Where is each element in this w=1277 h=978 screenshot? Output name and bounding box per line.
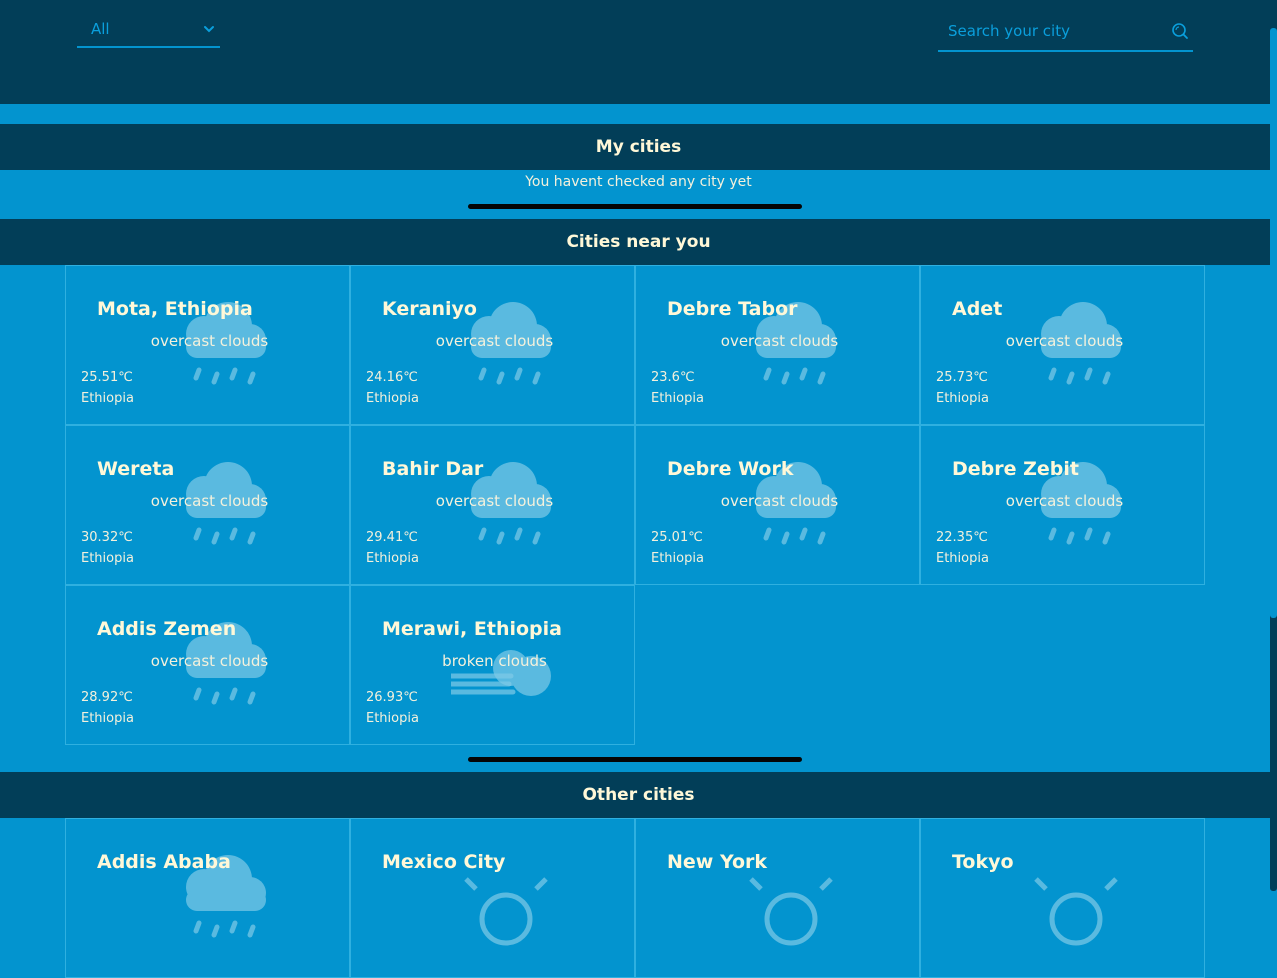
temperature: 25.01℃ [651, 530, 703, 545]
my-cities-header: My cities [0, 124, 1277, 170]
my-cities-empty-message: You havent checked any city yet [525, 174, 752, 190]
country-name: Ethiopia [651, 391, 704, 406]
section-divider [468, 204, 802, 209]
country-name: Ethiopia [936, 551, 989, 566]
scrollbar-thumb[interactable] [1270, 28, 1277, 618]
other-cities-title: Other cities [582, 785, 695, 805]
country-name: Ethiopia [366, 551, 419, 566]
cities-near-header: Cities near you [0, 219, 1277, 265]
cities-near-title: Cities near you [566, 232, 711, 252]
temperature: 26.93℃ [366, 690, 418, 705]
temperature: 22.35℃ [936, 530, 988, 545]
city-card[interactable]: Wereta overcast clouds 30.32℃ Ethiopia [65, 425, 350, 585]
section-divider [468, 757, 802, 762]
country-name: Ethiopia [81, 391, 134, 406]
country-name: Ethiopia [81, 711, 134, 726]
country-name: Ethiopia [366, 711, 419, 726]
city-card[interactable]: Mexico City [350, 818, 635, 978]
country-name: Ethiopia [651, 551, 704, 566]
city-name: Keraniyo [382, 298, 477, 320]
sun-cloud-icon [1021, 849, 1131, 949]
city-card[interactable]: Bahir Dar overcast clouds 29.41℃ Ethiopia [350, 425, 635, 585]
weather-description: broken clouds [442, 652, 547, 670]
city-card[interactable]: Debre Work overcast clouds 25.01℃ Ethiopia [635, 425, 920, 585]
city-card[interactable]: Keraniyo overcast clouds 24.16℃ Ethiopia [350, 265, 635, 425]
city-card[interactable]: Debre Tabor overcast clouds 23.6℃ Ethiopia [635, 265, 920, 425]
search-icon[interactable] [1171, 22, 1189, 40]
temperature: 28.92℃ [81, 690, 133, 705]
city-name: Addis Ababa [97, 851, 231, 873]
weather-description: overcast clouds [150, 332, 269, 350]
filter-select-value: All [91, 20, 110, 38]
temperature: 23.6℃ [651, 370, 695, 385]
city-name: Bahir Dar [382, 458, 484, 480]
weather-description: overcast clouds [435, 332, 554, 350]
city-name: Addis Zemen [97, 618, 237, 640]
other-cities-header: Other cities [0, 772, 1277, 818]
weather-description: overcast clouds [150, 492, 269, 510]
filter-select[interactable]: All [77, 14, 220, 48]
weather-description: overcast clouds [720, 332, 839, 350]
weather-description: overcast clouds [720, 492, 839, 510]
chevron-down-icon [204, 26, 214, 33]
country-name: Ethiopia [81, 551, 134, 566]
city-search [938, 14, 1193, 52]
top-bar: All [0, 0, 1277, 104]
weather-description: overcast clouds [150, 652, 269, 670]
city-name: Tokyo [952, 851, 1014, 873]
city-card[interactable]: Mota, Ethiopia overcast clouds 25.51℃ Ethio… [65, 265, 350, 425]
weather-description: overcast clouds [1005, 492, 1124, 510]
weather-description: overcast clouds [1005, 332, 1124, 350]
city-card[interactable]: Merawi, Ethiopia broken clouds 26.93℃ Ethio… [350, 585, 635, 745]
temperature: 25.51℃ [81, 370, 133, 385]
temperature: 24.16℃ [366, 370, 418, 385]
city-card[interactable]: Tokyo [920, 818, 1205, 978]
city-card[interactable]: Adet overcast clouds 25.73℃ Ethiopia [920, 265, 1205, 425]
city-name: Debre Zebit [952, 458, 1079, 480]
city-name: New York [667, 851, 768, 873]
city-card[interactable]: New York [635, 818, 920, 978]
city-name: Adet [952, 298, 1003, 320]
city-card[interactable]: Addis Zemen overcast clouds 28.92℃ Ethiopia [65, 585, 350, 745]
cities-near-grid: Mota, Ethiopia overcast clouds 25.51℃ Ethio… [65, 265, 1205, 745]
city-name: Merawi, Ethiopia [382, 618, 562, 640]
city-name: Debre Tabor [667, 298, 798, 320]
search-input[interactable] [938, 16, 1163, 46]
city-name: Wereta [97, 458, 175, 480]
country-name: Ethiopia [936, 391, 989, 406]
temperature: 29.41℃ [366, 530, 418, 545]
city-card[interactable]: Addis Ababa [65, 818, 350, 978]
temperature: 25.73℃ [936, 370, 988, 385]
city-name: Mexico City [382, 851, 506, 873]
city-name: Mota, Ethiopia [97, 298, 253, 320]
temperature: 30.32℃ [81, 530, 133, 545]
city-name: Debre Work [667, 458, 794, 480]
weather-description: overcast clouds [435, 492, 554, 510]
country-name: Ethiopia [366, 391, 419, 406]
my-cities-title: My cities [595, 137, 682, 157]
city-card[interactable]: Debre Zebit overcast clouds 22.35℃ Ethiopia [920, 425, 1205, 585]
other-cities-grid: Addis Ababa Mexico City New York Tokyo [65, 818, 1205, 978]
